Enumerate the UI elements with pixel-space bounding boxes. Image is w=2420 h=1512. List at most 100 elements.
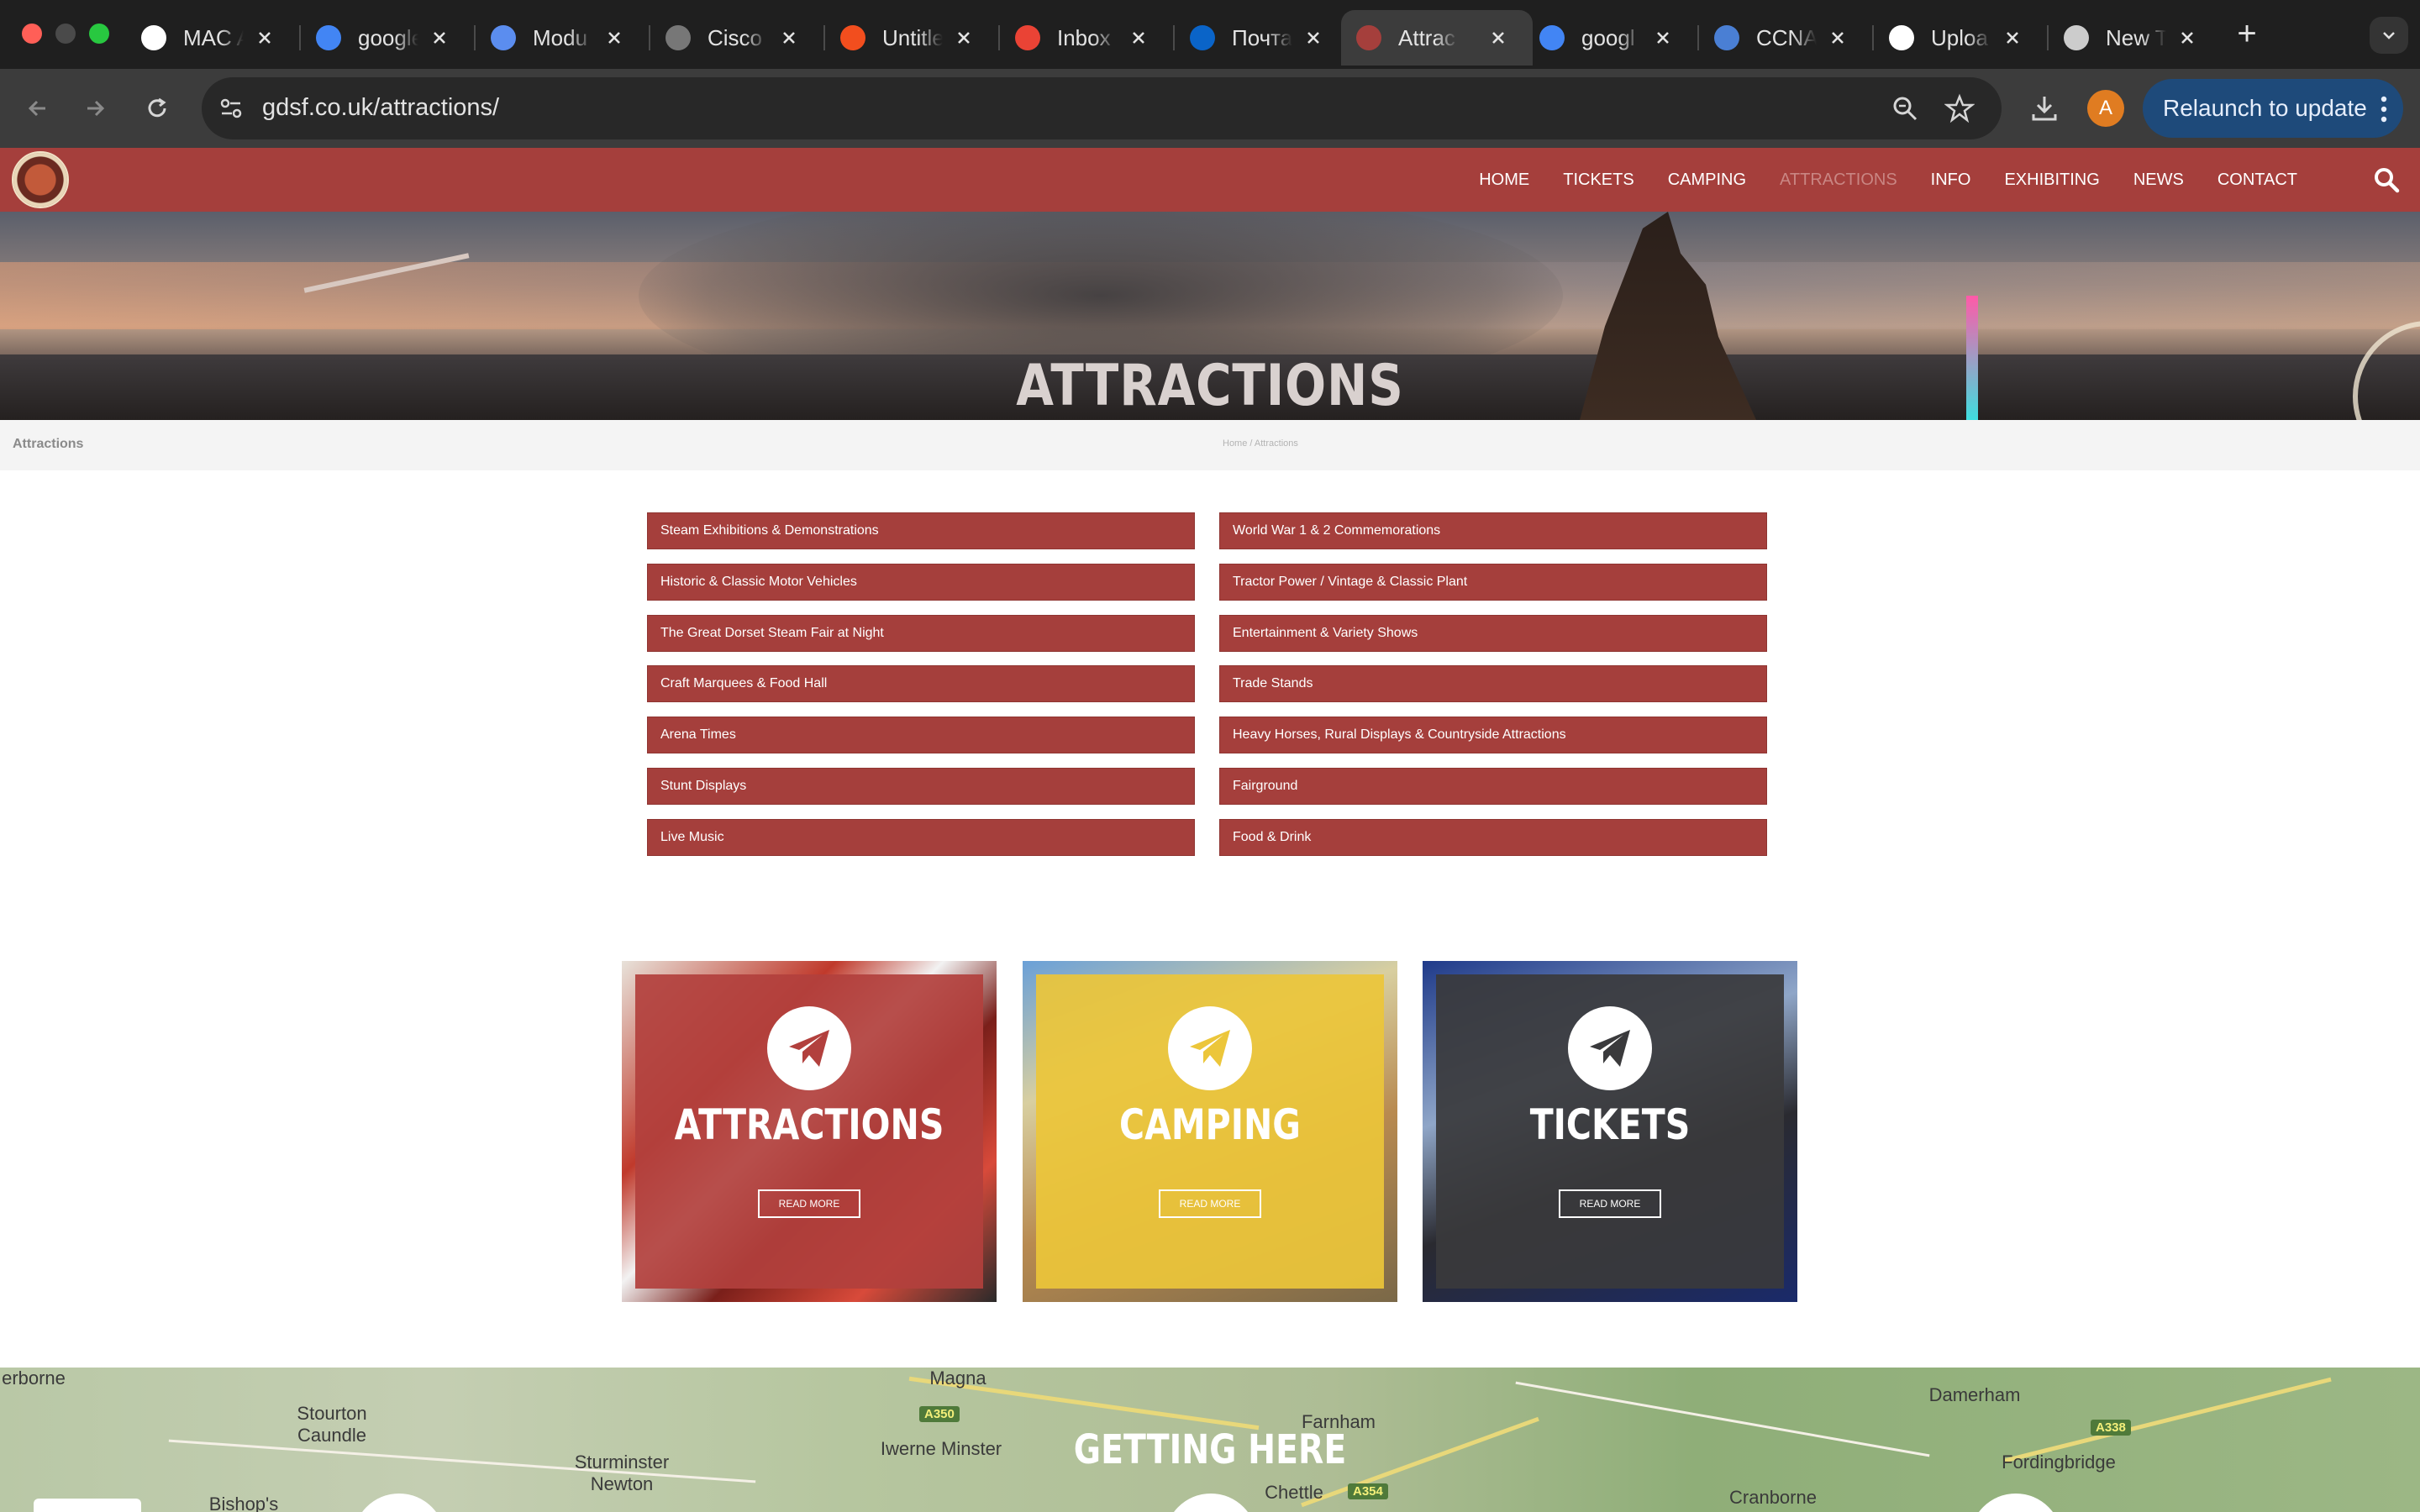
attraction-link[interactable]: Tractor Power / Vintage & Classic Plant [1219,563,1767,601]
close-icon[interactable] [427,25,452,50]
tab-search-button[interactable] [2370,17,2408,54]
gdsf-logo[interactable] [12,151,69,208]
tab-title: CCNA [1756,24,1817,50]
read-more-button[interactable]: READ MORE [1559,1189,1661,1218]
nav-item-news[interactable]: NEWS [2133,171,2184,190]
reload-icon [148,97,166,118]
triangle-app-icon [491,25,516,50]
close-icon[interactable] [1301,25,1326,50]
browser-tab[interactable]: Untitle [840,10,983,66]
reload-button[interactable] [136,87,178,129]
close-icon[interactable] [1825,25,1850,50]
profile-avatar[interactable]: A [2087,90,2124,127]
browser-tab[interactable]: google [316,10,459,66]
read-more-button[interactable]: READ MORE [758,1189,860,1218]
page-title: Attractions [13,437,84,451]
browser-tab[interactable]: CCNA [1714,10,1857,66]
feature-card-attractions[interactable]: ATTRACTIONS READ MORE [622,961,997,1302]
tab-title: Modu [533,24,588,50]
read-more-button[interactable]: READ MORE [1159,1189,1261,1218]
download-icon[interactable] [2028,92,2060,124]
map-control[interactable] [34,1499,141,1512]
attraction-link[interactable]: Fairground [1219,768,1767,805]
nav-item-info[interactable]: INFO [1931,171,1971,190]
breadcrumb-path[interactable]: Home / Attractions [1223,438,1298,449]
road-number-label: A354 [1348,1483,1388,1499]
attraction-link[interactable]: Stunt Displays [647,768,1195,805]
tab-title: Inbox [1057,24,1111,50]
tab-title: Cisco [708,24,763,50]
feature-card-tickets[interactable]: TICKETS READ MORE [1423,961,1797,1302]
close-icon[interactable] [2175,25,2200,50]
attraction-link[interactable]: The Great Dorset Steam Fair at Night [647,614,1195,652]
gdsf-icon [1356,25,1381,50]
map-place-label: Bishop's [208,1494,279,1512]
arrow-left-icon [28,100,45,117]
close-icon[interactable] [602,25,627,50]
tab-title: google [358,24,418,50]
bookmark-star-icon[interactable] [1944,93,1975,123]
site-header: HOME TICKETS CAMPING ATTRACTIONS INFO EXHIBIT… [0,148,2420,212]
browser-tab[interactable]: New T [2064,10,2207,66]
hero-banner: ATTRACTIONS [0,212,2420,420]
zoom-icon[interactable] [1891,94,1919,123]
url-text[interactable]: gdsf.co.uk/attractions/ [262,94,499,122]
browser-tab[interactable]: Почта [1190,10,1333,66]
card-title: TICKETS [1529,1100,1691,1149]
close-icon[interactable] [776,25,802,50]
tab-separator [1173,25,1175,50]
close-icon[interactable] [951,25,976,50]
card-title: CAMPING [1119,1100,1301,1149]
attraction-link[interactable]: Heavy Horses, Rural Displays & Countrysi… [1219,717,1767,754]
attraction-link[interactable]: Entertainment & Variety Shows [1219,614,1767,652]
nav-item-camping[interactable]: CAMPING [1668,171,1746,190]
browser-tab[interactable]: Attrac [1341,10,1533,66]
browser-tab[interactable]: MAC A [141,10,284,66]
browser-tab[interactable]: Modu [491,10,634,66]
nav-item-exhibiting[interactable]: EXHIBITING [2004,171,2099,190]
browser-tab[interactable]: Cisco [666,10,808,66]
gmail-icon [1015,25,1040,50]
attraction-link[interactable]: Food & Drink [1219,818,1767,856]
nav-item-contact[interactable]: CONTACT [2217,171,2297,190]
map-marker[interactable] [1970,1494,2062,1512]
close-icon[interactable] [1650,25,1676,50]
attraction-link[interactable]: Arena Times [647,717,1195,754]
relaunch-button[interactable]: Relaunch to update [2143,79,2403,138]
location-map[interactable]: Stourton Caundle Sturminster Newton Iwerne… [0,1368,2420,1512]
window-minimize-button[interactable] [55,24,76,44]
window-zoom-button[interactable] [89,24,109,44]
map-marker[interactable] [353,1494,445,1512]
search-icon[interactable] [2371,165,2402,195]
close-icon[interactable] [2000,25,2025,50]
link-icon [1714,25,1739,50]
browser-toolbar: gdsf.co.uk/attractions/ A Relaunch to up… [0,69,2420,148]
window-close-button[interactable] [22,24,42,44]
nav-item-home[interactable]: HOME [1479,171,1529,190]
address-bar[interactable]: gdsf.co.uk/attractions/ [202,77,2002,139]
close-icon[interactable] [252,25,277,50]
attraction-link[interactable]: Craft Marquees & Food Hall [647,665,1195,703]
paper-plane-icon [1168,1006,1252,1090]
feature-card-camping[interactable]: CAMPING READ MORE [1023,961,1397,1302]
close-icon[interactable] [1486,25,1511,50]
attraction-link[interactable]: Steam Exhibitions & Demonstrations [647,512,1195,549]
nav-item-attractions[interactable]: ATTRACTIONS [1780,171,1897,190]
attraction-link[interactable]: World War 1 & 2 Commemorations [1219,512,1767,549]
forward-button[interactable] [74,87,116,129]
back-button[interactable] [17,87,59,129]
tab-separator [474,25,476,50]
attraction-link[interactable]: Historic & Classic Motor Vehicles [647,563,1195,601]
browser-tab[interactable]: googl [1539,10,1682,66]
new-tab-button[interactable]: + [2230,17,2264,52]
browser-tab[interactable]: Inbox [1015,10,1158,66]
site-settings-icon[interactable] [215,92,247,124]
outlook-icon [1190,25,1215,50]
map-marker[interactable] [1165,1494,1257,1512]
attraction-link[interactable]: Trade Stands [1219,665,1767,703]
nav-item-tickets[interactable]: TICKETS [1563,171,1634,190]
close-icon[interactable] [1126,25,1151,50]
browser-tab[interactable]: Uploa [1889,10,2032,66]
tab-separator [299,25,301,50]
attraction-link[interactable]: Live Music [647,818,1195,856]
